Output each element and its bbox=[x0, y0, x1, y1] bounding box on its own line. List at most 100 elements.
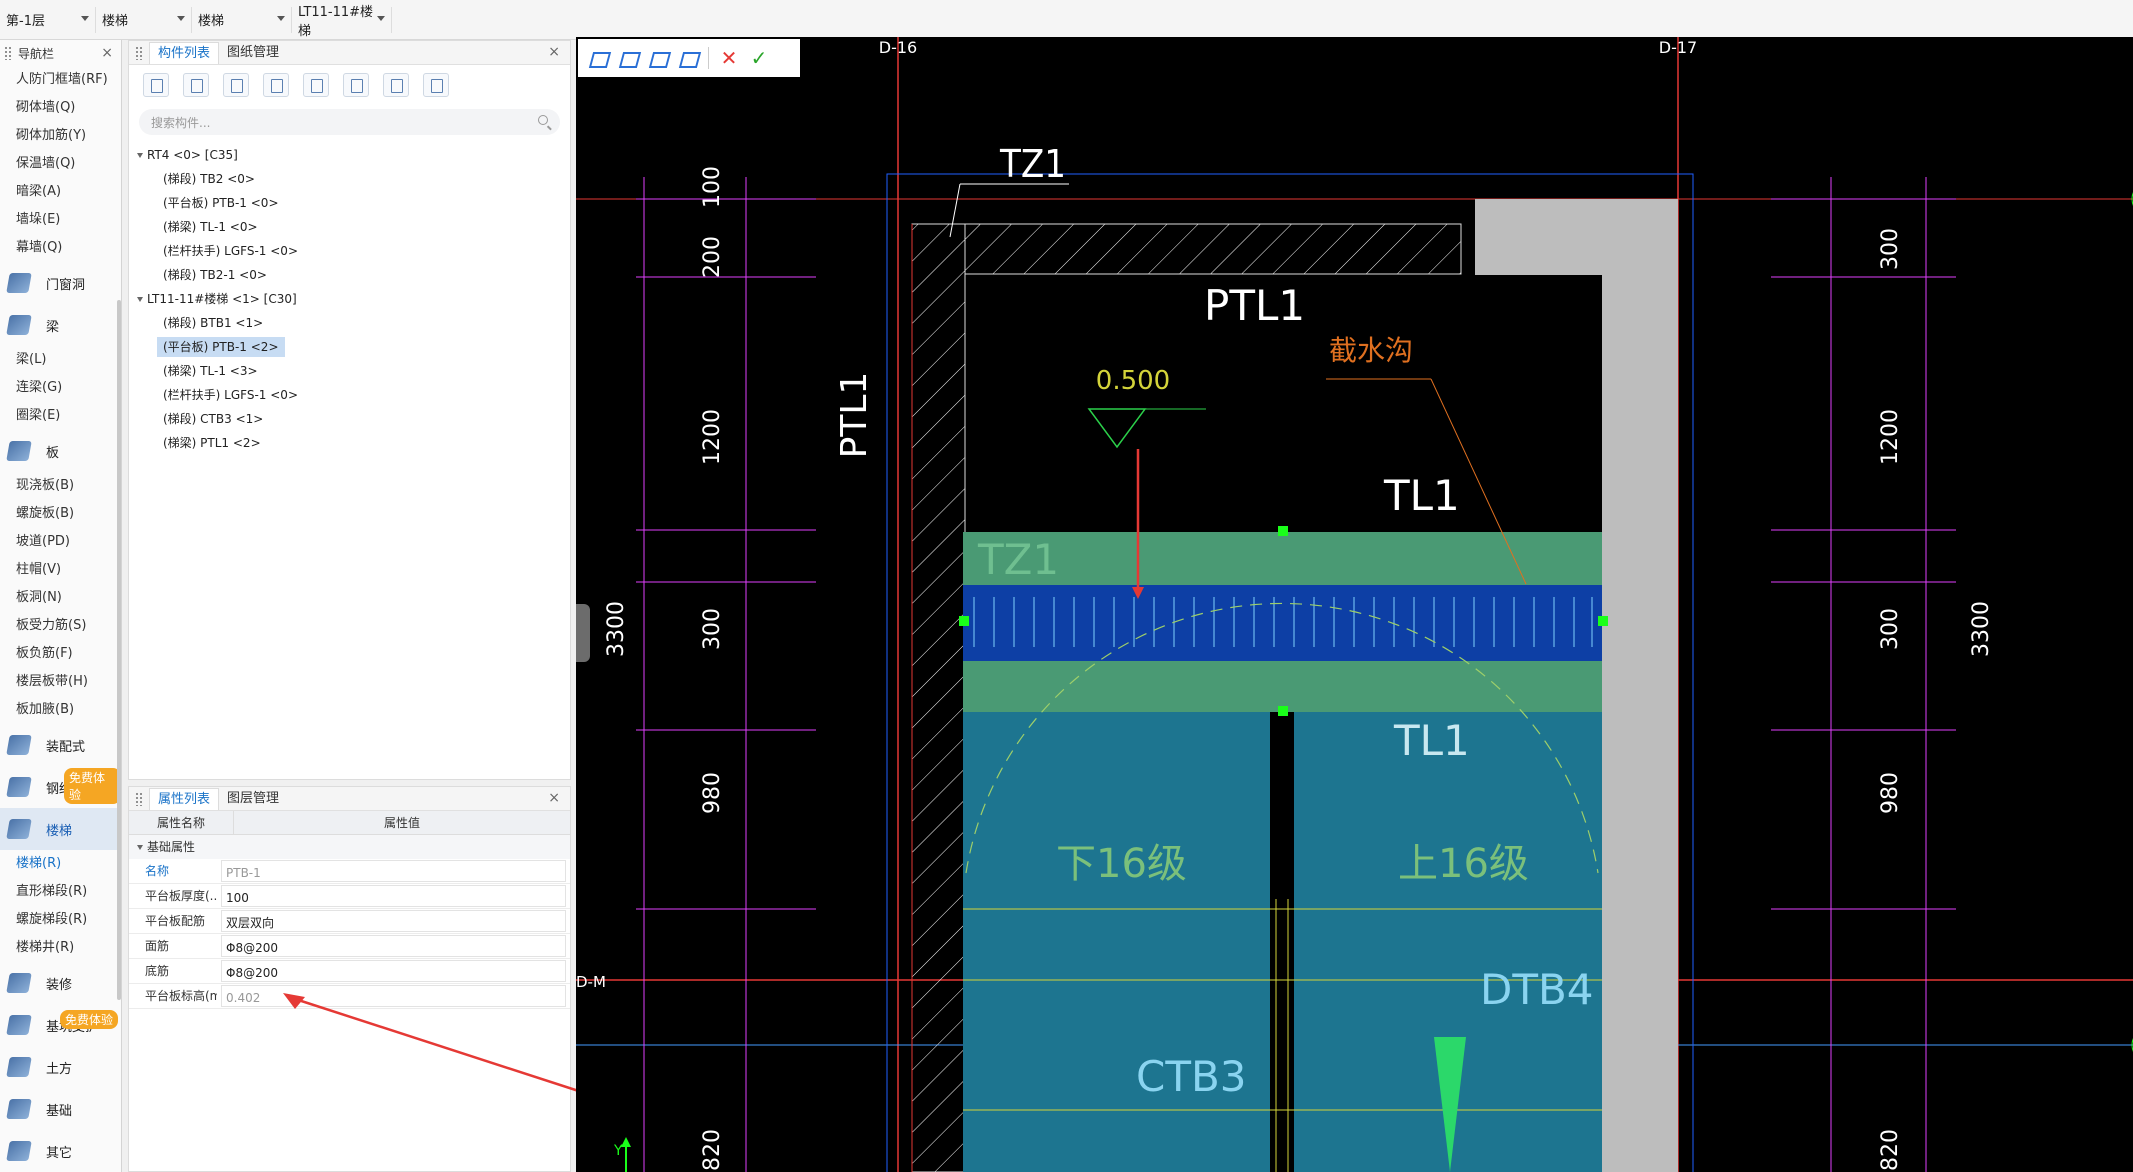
nav-category-earthwork[interactable]: 土方 bbox=[0, 1046, 121, 1088]
nav-category-decoration[interactable]: 装修 bbox=[0, 962, 121, 1004]
tab-component-list[interactable]: 构件列表 bbox=[149, 42, 220, 64]
copy-component-icon[interactable] bbox=[183, 73, 209, 97]
filter-icon[interactable] bbox=[343, 73, 369, 97]
tree-item[interactable]: (梯梁) PTL1 <2> bbox=[129, 431, 570, 455]
tab-layer-management[interactable]: 图层管理 bbox=[219, 788, 287, 810]
nav-item-masonry-wall[interactable]: 砌体墙(Q) bbox=[0, 94, 121, 122]
property-value-field[interactable]: Φ8@200 bbox=[221, 960, 566, 982]
nav-item-beam[interactable]: 梁(L) bbox=[0, 346, 121, 374]
nav-item-civil-door-frame-wall[interactable]: 人防门框墙(RF) bbox=[0, 66, 121, 94]
property-group-basic[interactable]: 基础属性 bbox=[129, 835, 570, 859]
drag-handle-icon[interactable] bbox=[4, 46, 12, 60]
drag-handle-icon[interactable] bbox=[135, 792, 143, 806]
nav-category-foundation[interactable]: 基础 bbox=[0, 1088, 121, 1130]
property-value-field[interactable]: PTB-1 bbox=[221, 860, 566, 882]
tree-group-rt4[interactable]: RT4 <0> [C35] bbox=[129, 143, 570, 167]
beam-icon bbox=[6, 315, 32, 335]
floor-select[interactable]: 第-1层 bbox=[0, 6, 96, 33]
cancel-icon[interactable]: ✕ bbox=[719, 48, 739, 68]
nav-item-slab-haunch[interactable]: 板加腋(B) bbox=[0, 696, 121, 724]
component-search-input[interactable]: 搜索构件... bbox=[139, 109, 560, 135]
nav-category-beam[interactable]: 梁 bbox=[0, 304, 121, 346]
nav-category-stair[interactable]: 楼梯 bbox=[0, 808, 121, 850]
property-row: 名称 PTB-1 bbox=[129, 859, 570, 884]
nav-item-straight-flight[interactable]: 直形梯段(R) bbox=[0, 878, 121, 906]
property-value-field[interactable]: 100 bbox=[221, 885, 566, 907]
tab-property-list[interactable]: 属性列表 bbox=[149, 788, 220, 810]
nav-item-slab-main-rebar[interactable]: 板受力筋(S) bbox=[0, 612, 121, 640]
close-icon[interactable]: × bbox=[548, 44, 560, 60]
nav-category-door-window[interactable]: 门窗洞 bbox=[0, 262, 121, 304]
property-value-field[interactable]: Φ8@200 bbox=[221, 935, 566, 957]
confirm-icon[interactable]: ✓ bbox=[749, 48, 769, 68]
expand-arrow-icon[interactable] bbox=[137, 297, 143, 302]
tree-group-lt11[interactable]: LT11-11#楼梯 <1> [C30] bbox=[129, 287, 570, 311]
panel-collapse-toggle[interactable] bbox=[576, 604, 590, 662]
subcategory-select[interactable]: 楼梯 bbox=[192, 6, 292, 33]
nav-item-spiral-slab[interactable]: 螺旋板(B) bbox=[0, 500, 121, 528]
nav-category-steel[interactable]: 钢结构免费体验 bbox=[0, 766, 121, 808]
nav-category-other[interactable]: 其它 bbox=[0, 1130, 121, 1172]
free-trial-badge: 免费体验 bbox=[60, 1010, 119, 1029]
tree-item[interactable]: (栏杆扶手) LGFS-1 <0> bbox=[129, 383, 570, 407]
nav-item-spiral-flight[interactable]: 螺旋梯段(R) bbox=[0, 906, 121, 934]
tree-item[interactable]: (梯段) CTB3 <1> bbox=[129, 407, 570, 431]
col-property-name: 属性名称 bbox=[156, 816, 205, 830]
nav-category-label: 装配式 bbox=[46, 739, 86, 755]
nav-scrollbar[interactable] bbox=[117, 300, 121, 1000]
draw-point-icon[interactable] bbox=[588, 49, 608, 67]
nav-item-slab-hole[interactable]: 板洞(N) bbox=[0, 584, 121, 612]
tree-item[interactable]: (栏杆扶手) LGFS-1 <0> bbox=[129, 239, 570, 263]
tree-item[interactable]: (梯段) TB2-1 <0> bbox=[129, 263, 570, 287]
nav-item-curtain-wall[interactable]: 幕墙(Q) bbox=[0, 234, 121, 262]
drawing-canvas[interactable]: D-16 D-17 D-M TZ1 PTL1 截水沟 0.500 TL1 TZ1… bbox=[576, 37, 2133, 1172]
tab-drawing-management[interactable]: 图纸管理 bbox=[219, 42, 287, 64]
search-icon[interactable] bbox=[538, 115, 548, 125]
nav-item-cast-slab[interactable]: 现浇板(B) bbox=[0, 472, 121, 500]
nav-item-column-cap[interactable]: 柱帽(V) bbox=[0, 556, 121, 584]
nav-item-stair[interactable]: 楼梯(R) bbox=[0, 850, 121, 878]
expand-arrow-icon[interactable] bbox=[137, 153, 143, 158]
tree-item[interactable]: (梯梁) TL-1 <0> bbox=[129, 215, 570, 239]
dim-left-total: 3300 bbox=[604, 601, 629, 657]
nav-item-hidden-beam[interactable]: 暗梁(A) bbox=[0, 178, 121, 206]
nav-item-slab-negative-rebar[interactable]: 板负筋(F) bbox=[0, 640, 121, 668]
nav-item-insulation-wall[interactable]: 保温墙(Q) bbox=[0, 150, 121, 178]
category-select[interactable]: 楼梯 bbox=[96, 6, 192, 33]
foundation-icon bbox=[6, 1099, 32, 1119]
draw-rect-icon[interactable] bbox=[648, 49, 668, 67]
tree-item[interactable]: (梯段) TB2 <0> bbox=[129, 167, 570, 191]
nav-item-ramp[interactable]: 坡道(PD) bbox=[0, 528, 121, 556]
property-name: 面筋 bbox=[145, 939, 170, 953]
tree-item[interactable]: (梯段) BTB1 <1> bbox=[129, 311, 570, 335]
nav-item-coupling-beam[interactable]: 连梁(G) bbox=[0, 374, 121, 402]
tree-item[interactable]: (梯梁) TL-1 <3> bbox=[129, 359, 570, 383]
property-value-field[interactable]: 双层双向 bbox=[221, 910, 566, 932]
nav-item-wall-pier[interactable]: 墙垛(E) bbox=[0, 206, 121, 234]
nav-item-floor-slab-strip[interactable]: 楼层板带(H) bbox=[0, 668, 121, 696]
close-icon[interactable]: × bbox=[101, 45, 113, 61]
layer-copy-icon[interactable] bbox=[303, 73, 329, 97]
delete-component-icon[interactable] bbox=[223, 73, 249, 97]
component-select[interactable]: LT11-11#楼梯 bbox=[292, 5, 392, 39]
nav-category-slab[interactable]: 板 bbox=[0, 430, 121, 472]
nav-item-stair-well[interactable]: 楼梯井(R) bbox=[0, 934, 121, 962]
smart-layout-icon[interactable] bbox=[678, 49, 698, 67]
draw-line-icon[interactable] bbox=[618, 49, 638, 67]
decoration-icon bbox=[6, 973, 32, 993]
tree-item-selected[interactable]: (平台板) PTB-1 <2> bbox=[129, 335, 570, 359]
sort-icon[interactable] bbox=[383, 73, 409, 97]
collapse-arrow-icon[interactable] bbox=[137, 845, 143, 850]
nav-category-prefab[interactable]: 装配式 bbox=[0, 724, 121, 766]
nav-item-masonry-reinforcement[interactable]: 砌体加筋(Y) bbox=[0, 122, 121, 150]
new-component-icon[interactable] bbox=[143, 73, 169, 97]
nav-item-ring-beam[interactable]: 圈梁(E) bbox=[0, 402, 121, 430]
drag-handle-icon[interactable] bbox=[135, 46, 143, 60]
dim-right-1820: 1820 bbox=[1878, 1129, 1903, 1172]
nav-category-pit-support[interactable]: 基坑支护免费体验 bbox=[0, 1004, 121, 1046]
list-view-icon[interactable] bbox=[423, 73, 449, 97]
copy-to-floor-icon[interactable] bbox=[263, 73, 289, 97]
property-row: 平台板厚度(... 100 bbox=[129, 884, 570, 909]
tree-item[interactable]: (平台板) PTB-1 <0> bbox=[129, 191, 570, 215]
close-icon[interactable]: × bbox=[548, 790, 560, 806]
